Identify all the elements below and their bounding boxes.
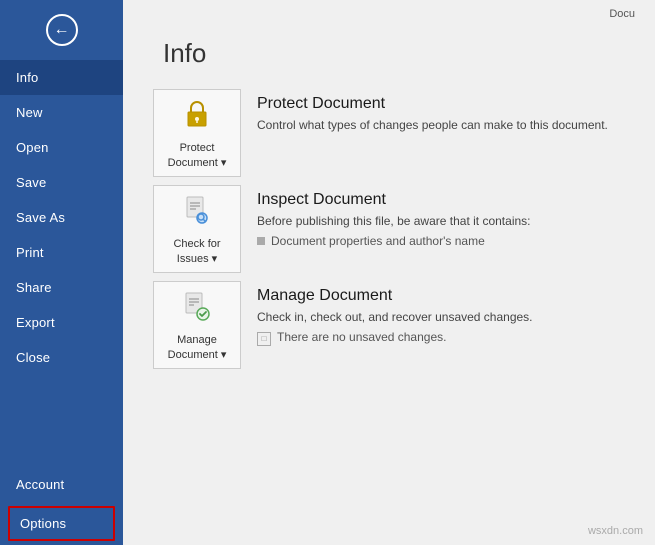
lock-icon xyxy=(179,96,215,137)
inspect-document-text: Inspect Document Before publishing this … xyxy=(257,185,531,248)
manage-document-text: Manage Document Check in, check out, and… xyxy=(257,281,533,346)
check-for-issues-label: Check forIssues ▾ xyxy=(173,237,220,266)
sidebar-item-new[interactable]: New xyxy=(0,95,123,130)
page-title: Info xyxy=(123,24,655,89)
protect-document-button[interactable]: ProtectDocument ▾ xyxy=(153,89,241,177)
protect-document-description: Control what types of changes people can… xyxy=(257,117,608,134)
manage-document-card: ManageDocument ▾ Manage Document Check i… xyxy=(153,281,625,369)
watermark: wsxdn.com xyxy=(588,525,643,537)
bullet-icon xyxy=(257,237,265,245)
sidebar-item-info[interactable]: Info xyxy=(0,60,123,95)
inspect-document-title: Inspect Document xyxy=(257,191,531,209)
title-bar-text: Docu xyxy=(609,8,635,20)
inspect-icon xyxy=(179,192,215,233)
protect-document-card: ProtectDocument ▾ Protect Document Contr… xyxy=(153,89,625,177)
protect-document-title: Protect Document xyxy=(257,95,608,113)
inspect-document-card: Check forIssues ▾ Inspect Document Befor… xyxy=(153,185,625,273)
sidebar-item-account[interactable]: Account xyxy=(0,467,123,502)
sidebar-item-options[interactable]: Options xyxy=(8,506,115,541)
sidebar-item-share[interactable]: Share xyxy=(0,270,123,305)
inspect-document-detail: Document properties and author's name xyxy=(257,234,531,248)
protect-document-text: Protect Document Control what types of c… xyxy=(257,89,608,138)
sidebar-item-print[interactable]: Print xyxy=(0,235,123,270)
sidebar-item-open[interactable]: Open xyxy=(0,130,123,165)
manage-document-button[interactable]: ManageDocument ▾ xyxy=(153,281,241,369)
sidebar: ← Info New Open Save Save As Print Share… xyxy=(0,0,123,545)
sidebar-item-export[interactable]: Export xyxy=(0,305,123,340)
sidebar-item-save[interactable]: Save xyxy=(0,165,123,200)
back-button[interactable]: ← xyxy=(0,0,123,60)
manage-icon xyxy=(179,288,215,329)
back-circle-icon: ← xyxy=(46,14,78,46)
title-bar: Docu xyxy=(123,0,655,24)
check-for-issues-button[interactable]: Check forIssues ▾ xyxy=(153,185,241,273)
main-content: Docu Info ProtectDocument ▾ Protect Docu… xyxy=(123,0,655,545)
sidebar-spacer xyxy=(0,375,123,467)
doc-bullet-icon: □ xyxy=(257,332,271,346)
manage-document-description: Check in, check out, and recover unsaved… xyxy=(257,309,533,326)
protect-document-label: ProtectDocument ▾ xyxy=(168,141,227,170)
inspect-document-description: Before publishing this file, be aware th… xyxy=(257,213,531,230)
sidebar-item-close[interactable]: Close xyxy=(0,340,123,375)
inspect-detail-text: Document properties and author's name xyxy=(271,234,485,248)
manage-detail-text: There are no unsaved changes. xyxy=(277,330,446,344)
sidebar-nav: Info New Open Save Save As Print Share E… xyxy=(0,60,123,545)
manage-document-title: Manage Document xyxy=(257,287,533,305)
manage-document-label: ManageDocument ▾ xyxy=(168,333,227,362)
sidebar-item-save-as[interactable]: Save As xyxy=(0,200,123,235)
manage-document-detail: □ There are no unsaved changes. xyxy=(257,330,533,346)
info-cards: ProtectDocument ▾ Protect Document Contr… xyxy=(123,89,655,369)
